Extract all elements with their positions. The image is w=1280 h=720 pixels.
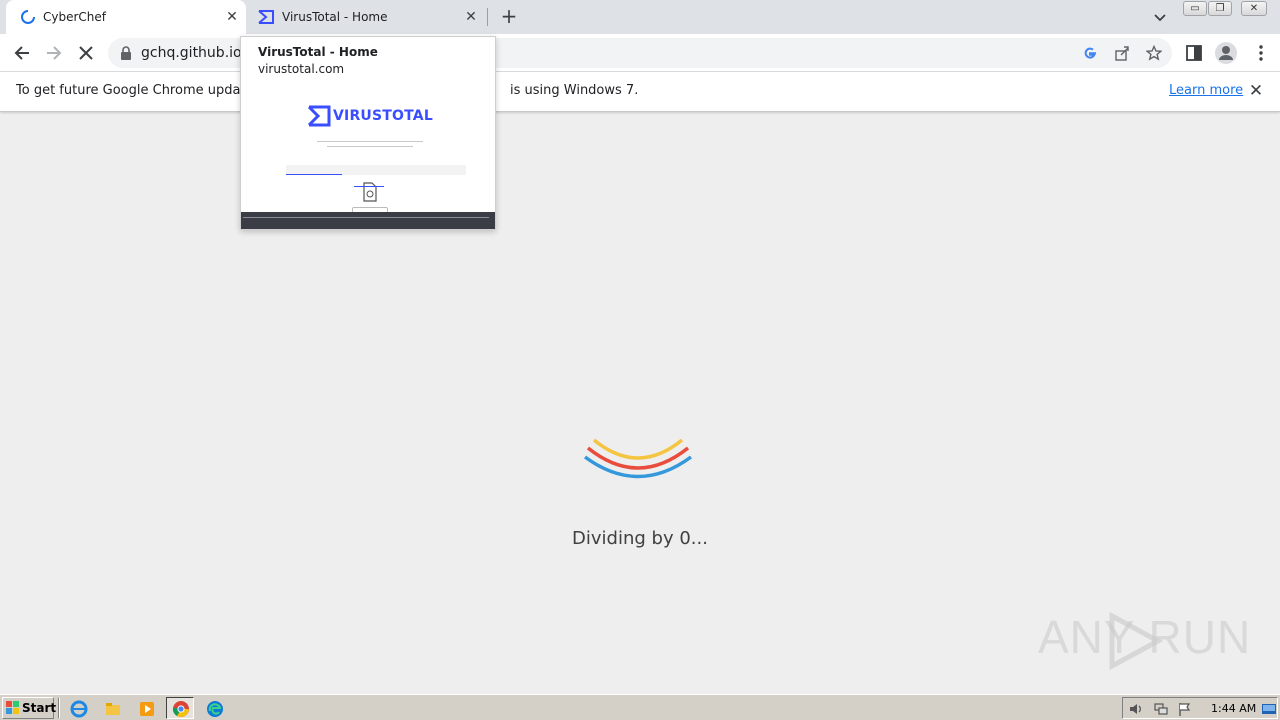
taskbar-edge-button[interactable] (200, 697, 228, 719)
learn-more-link[interactable]: Learn more (1169, 83, 1243, 98)
tab-title: VirusTotal - Home (282, 10, 388, 24)
profile-avatar-icon[interactable] (1214, 41, 1238, 65)
loading-spinner-icon (21, 10, 35, 24)
taskbar-ie-button[interactable] (64, 697, 92, 719)
preview-text-line (317, 141, 423, 142)
chrome-icon (172, 701, 189, 718)
media-player-icon (140, 702, 154, 716)
infobar-message-tail: is using Windows 7. (510, 83, 639, 98)
virustotal-logo-icon (307, 105, 331, 127)
windows-flag-icon (6, 701, 19, 714)
system-tray: 1:44 AM (1122, 697, 1278, 719)
hover-card-domain: virustotal.com (258, 62, 345, 76)
address-url[interactable]: gchq.github.io/C (141, 45, 256, 61)
internet-explorer-icon (70, 700, 88, 718)
infobar-message: To get future Google Chrome updates, y (16, 83, 277, 98)
loading-arcs-icon (584, 438, 692, 479)
browser-toolbar: gchq.github.io/C (0, 34, 1280, 72)
tab-hover-card: VirusTotal - Home virustotal.com VIRUSTO… (240, 36, 496, 230)
windows-taskbar: Start 1:44 AM (0, 694, 1280, 720)
preview-text-line (327, 146, 413, 147)
tab-title: CyberChef (43, 10, 107, 24)
action-center-flag-icon[interactable] (1177, 701, 1193, 717)
tab-strip: CyberChef ✕ VirusTotal - Home ✕ + ▭ ❐ ✕ (0, 0, 1280, 34)
hover-card-title: VirusTotal - Home (258, 45, 378, 59)
preview-active-tab (286, 174, 342, 175)
preview-cookie-text (243, 217, 489, 218)
tab-separator (487, 8, 488, 26)
tab-close-icon[interactable]: ✕ (462, 8, 480, 26)
menu-kebab-icon[interactable] (1251, 43, 1271, 63)
preview-underline (354, 186, 384, 187)
close-window-button[interactable]: ✕ (1241, 1, 1267, 16)
tab-close-icon[interactable]: ✕ (223, 8, 241, 26)
stop-loading-icon[interactable] (75, 42, 97, 64)
loading-message: Dividing by 0... (572, 528, 708, 549)
google-icon[interactable] (1082, 45, 1098, 61)
network-icon[interactable] (1153, 701, 1169, 717)
taskbar-divider (58, 698, 60, 718)
volume-icon[interactable] (1128, 701, 1144, 717)
virustotal-icon (258, 10, 274, 24)
start-button[interactable]: Start (2, 697, 57, 719)
new-tab-button[interactable]: + (498, 6, 520, 28)
show-desktop-icon[interactable] (1261, 701, 1277, 717)
minimize-button[interactable]: ▭ (1183, 1, 1207, 16)
back-arrow-icon[interactable] (11, 42, 33, 64)
bookmark-star-icon[interactable] (1146, 45, 1162, 61)
edge-icon (207, 701, 223, 717)
share-icon[interactable] (1114, 45, 1130, 61)
preview-brand: VIRUSTOTAL (333, 108, 433, 124)
start-label: Start (22, 701, 57, 715)
watermark-play-icon (1109, 612, 1164, 670)
folder-icon (106, 703, 120, 715)
taskbar-clock[interactable]: 1:44 AM (1211, 702, 1256, 715)
forward-arrow-icon[interactable] (43, 42, 65, 64)
taskbar-explorer-button[interactable] (98, 697, 126, 719)
tab-preview-thumbnail: VIRUSTOTAL (241, 88, 495, 229)
update-infobar: To get future Google Chrome updates, y i… (0, 72, 1280, 112)
chevron-down-icon[interactable] (1152, 9, 1168, 25)
preview-cookie-bar (241, 212, 495, 229)
lock-icon (121, 46, 131, 60)
side-panel-icon[interactable] (1184, 43, 1204, 63)
tab-virustotal[interactable]: VirusTotal - Home ✕ (250, 0, 486, 34)
infobar-close-button[interactable]: ✕ (1247, 82, 1265, 100)
taskbar-chrome-button[interactable] (166, 697, 194, 719)
file-icon (363, 182, 377, 202)
tab-cyberchef[interactable]: CyberChef ✕ (6, 0, 246, 34)
restore-button[interactable]: ❐ (1208, 1, 1232, 16)
taskbar-media-button[interactable] (132, 697, 160, 719)
